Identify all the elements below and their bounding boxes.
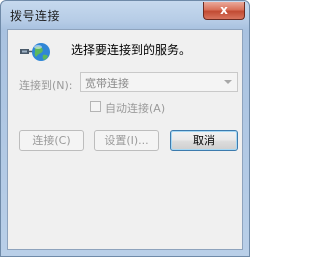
auto-connect-label: 自动连接(A) xyxy=(105,102,166,115)
connect-button[interactable]: 连接(C) xyxy=(19,130,84,151)
cancel-button[interactable]: 取消 xyxy=(170,130,238,151)
close-button[interactable]: x xyxy=(203,2,245,20)
chevron-down-icon xyxy=(224,80,232,84)
auto-connect-checkbox[interactable] xyxy=(90,101,101,112)
dialog-body: 选择要连接到的服务。 连接到(N): 宽带连接 自动连接(A) 连接(C) 设置… xyxy=(7,29,243,250)
connection-select-value: 宽带连接 xyxy=(85,77,129,90)
network-globe-icon xyxy=(20,43,50,61)
dialup-dialog: 拨号连接 x 选择要连接到的服务。 连接到(N): 宽带连接 自动连接(A) 连… xyxy=(0,0,250,257)
close-icon: x xyxy=(220,3,228,17)
prompt-text: 选择要连接到的服务。 xyxy=(71,43,192,57)
title-bar[interactable]: 拨号连接 x xyxy=(1,1,249,31)
settings-button[interactable]: 设置(I)... xyxy=(94,130,159,151)
connection-select[interactable]: 宽带连接 xyxy=(80,72,238,92)
connect-to-label: 连接到(N): xyxy=(19,79,73,92)
window-title: 拨号连接 xyxy=(10,9,61,23)
